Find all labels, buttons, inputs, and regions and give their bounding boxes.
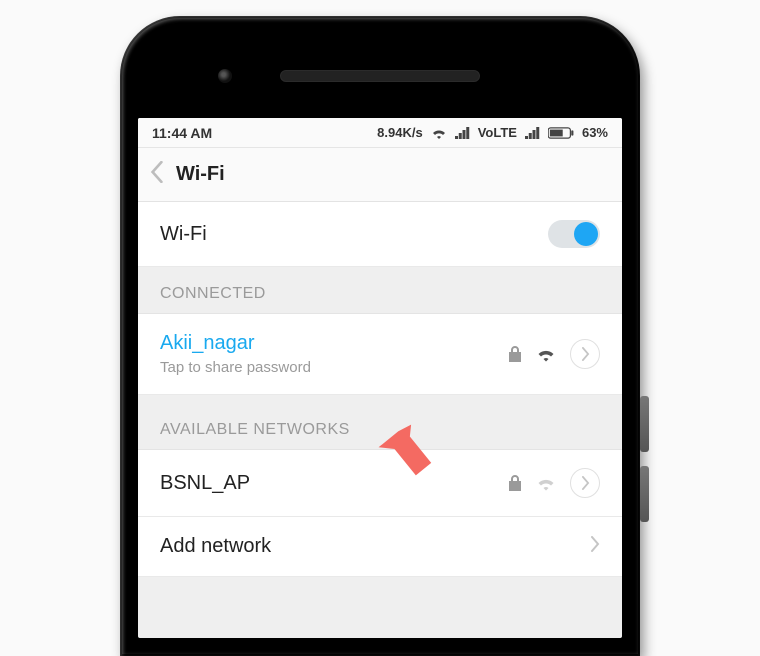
add-network-label: Add network bbox=[160, 535, 590, 558]
earpiece-speaker bbox=[280, 70, 480, 82]
app-bar: Wi-Fi bbox=[138, 148, 622, 202]
chevron-right-icon bbox=[590, 536, 600, 557]
screen: 11:44 AM 8.94K/s VoLTE 63% bbox=[138, 118, 622, 638]
phone-hardware-top bbox=[138, 34, 622, 118]
volume-down-button[interactable] bbox=[640, 466, 649, 522]
available-network-row[interactable]: BSNL_AP bbox=[138, 450, 622, 517]
battery-icon bbox=[548, 127, 574, 139]
network-details-button[interactable] bbox=[570, 339, 600, 369]
status-bar: 11:44 AM 8.94K/s VoLTE 63% bbox=[138, 118, 622, 148]
page-title: Wi-Fi bbox=[176, 163, 225, 186]
add-network-row[interactable]: Add network bbox=[138, 517, 622, 577]
section-connected: CONNECTED bbox=[138, 267, 622, 314]
network-details-button[interactable] bbox=[570, 468, 600, 498]
front-camera bbox=[218, 69, 232, 83]
connected-network-row[interactable]: Akii_nagar Tap to share password bbox=[138, 314, 622, 395]
wifi-toggle-switch[interactable] bbox=[548, 220, 600, 248]
section-available: AVAILABLE NETWORKS bbox=[138, 395, 622, 450]
connected-hint: Tap to share password bbox=[160, 359, 508, 376]
wifi-toggle-label: Wi-Fi bbox=[160, 223, 548, 246]
available-ssid: BSNL_AP bbox=[160, 472, 508, 495]
connected-ssid: Akii_nagar bbox=[160, 332, 508, 355]
status-carrier: VoLTE bbox=[478, 125, 517, 140]
status-battery-pct: 63% bbox=[582, 125, 608, 140]
back-button[interactable] bbox=[150, 161, 164, 188]
wifi-strength-weak-icon bbox=[536, 475, 556, 491]
volume-up-button[interactable] bbox=[640, 396, 649, 452]
lock-icon bbox=[508, 475, 522, 491]
wifi-icon bbox=[431, 127, 447, 139]
wifi-strength-icon bbox=[536, 346, 556, 362]
signal-1-icon bbox=[455, 127, 470, 139]
phone-frame: 11:44 AM 8.94K/s VoLTE 63% bbox=[120, 16, 640, 656]
status-time: 11:44 AM bbox=[152, 125, 212, 141]
lock-icon bbox=[508, 346, 522, 362]
wifi-toggle-row[interactable]: Wi-Fi bbox=[138, 202, 622, 267]
signal-2-icon bbox=[525, 127, 540, 139]
status-net-speed: 8.94K/s bbox=[377, 125, 423, 140]
